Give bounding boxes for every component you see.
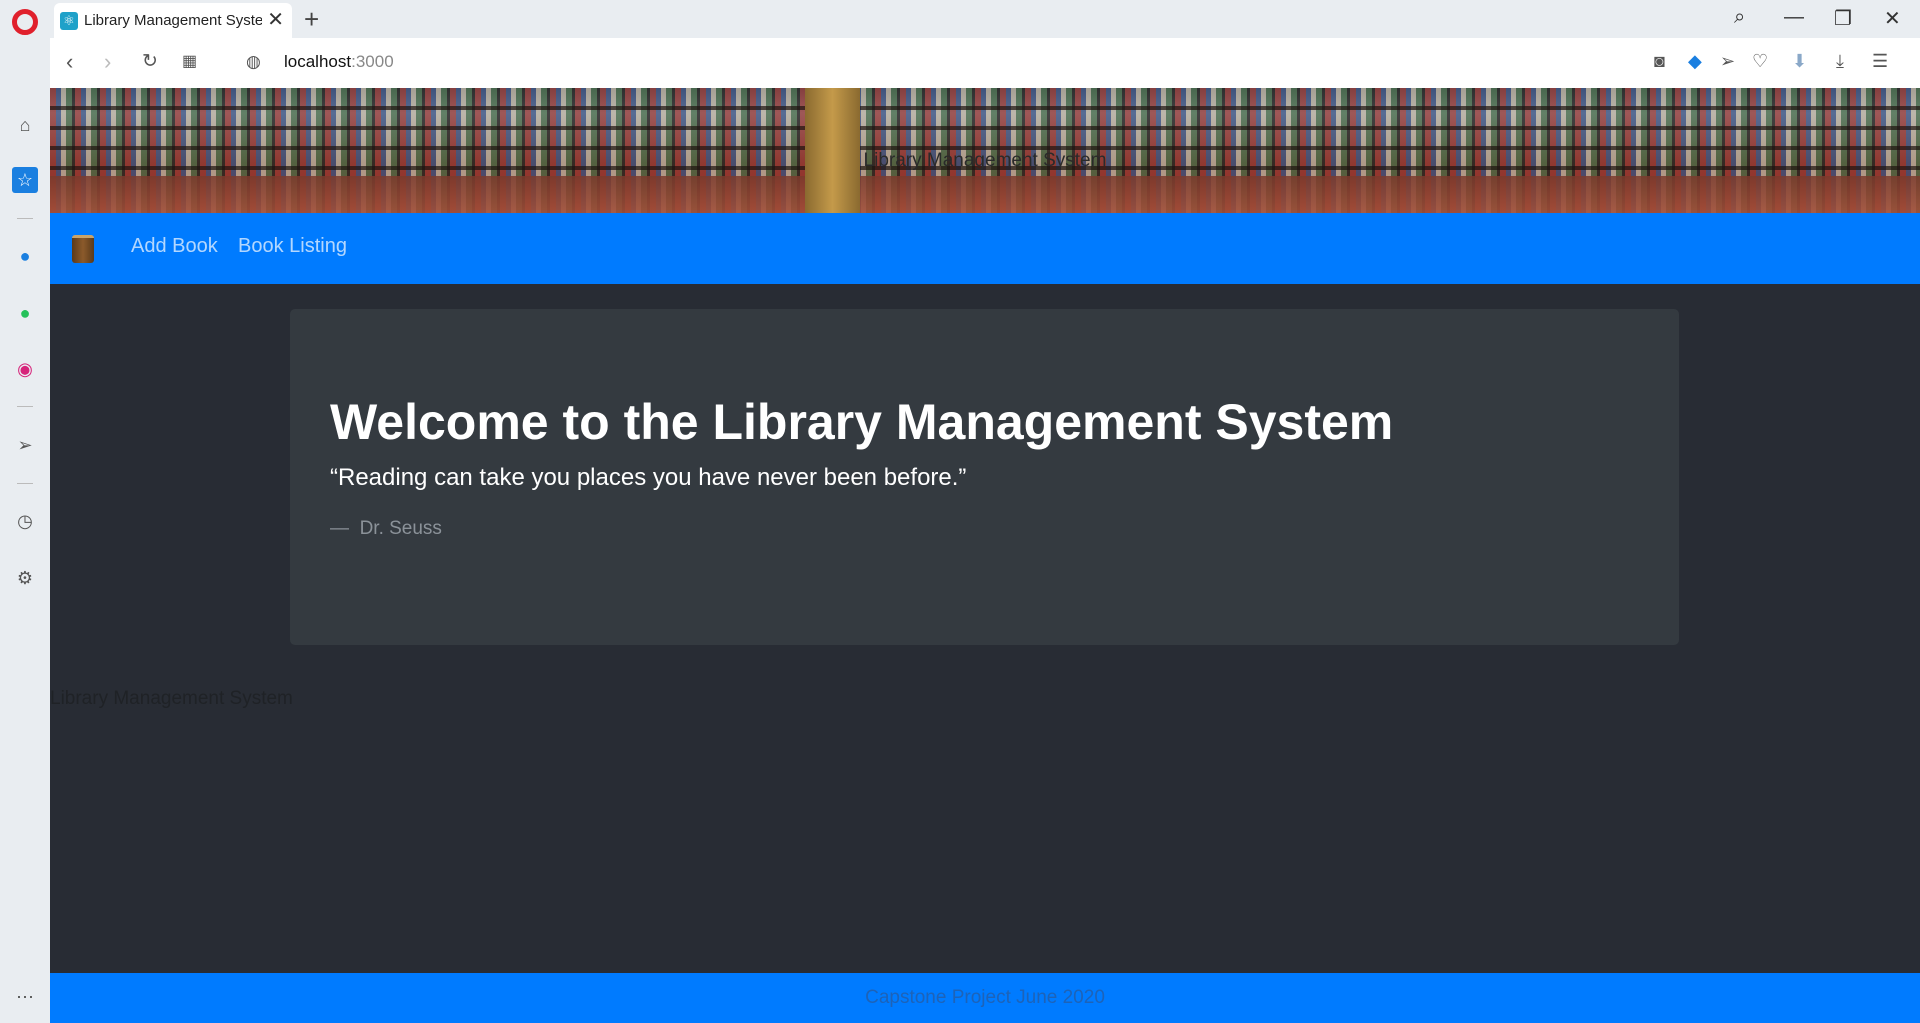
more-icon[interactable]: ⋯ — [12, 984, 38, 1010]
book-icon[interactable] — [72, 235, 94, 263]
whatsapp-icon[interactable]: ● — [12, 300, 38, 326]
downloads-icon[interactable]: ⤓ — [1836, 51, 1844, 72]
easy-setup-icon[interactable]: ☰ — [1872, 51, 1888, 72]
navbar: Add Book Book Listing — [50, 213, 1920, 284]
quote-author: — Dr. Seuss — [330, 518, 442, 539]
forward-icon[interactable]: › — [104, 50, 111, 74]
url-field[interactable]: localhost:3000 — [284, 52, 394, 72]
site-info-icon[interactable]: ◍ — [246, 50, 261, 74]
react-favicon-icon: ⚛ — [60, 11, 78, 30]
adblock-shield-icon[interactable]: ◆ — [1688, 51, 1702, 72]
speed-dial-icon[interactable]: ▦ — [182, 50, 197, 74]
opera-logo-icon[interactable] — [12, 9, 38, 35]
nav-link-book-listing[interactable]: Book Listing — [238, 235, 347, 258]
address-bar: ‹ › ↻ ▦ ◍ localhost:3000 ◙ ◆ ➢ ♡ ⬇ ⤓ ☰ — [50, 38, 1920, 89]
tab-title: Library Management System — [84, 12, 262, 29]
heart-icon[interactable]: ♡ — [1752, 51, 1768, 72]
banner-title: Library Management System — [863, 150, 1107, 171]
vpn-icon[interactable]: ⬇ — [1792, 51, 1807, 72]
instagram-icon[interactable]: ◉ — [12, 356, 38, 382]
browser-tab[interactable]: ⚛ Library Management System ✕ — [54, 3, 292, 38]
settings-gear-icon[interactable]: ⚙ — [12, 565, 38, 591]
library-banner-image: Library Management System — [50, 88, 1920, 213]
search-tabs-icon[interactable]: ⌕ — [1734, 6, 1745, 29]
sidebar-divider — [17, 218, 33, 219]
reload-icon[interactable]: ↻ — [142, 50, 158, 74]
back-icon[interactable]: ‹ — [66, 50, 73, 74]
welcome-jumbotron: Welcome to the Library Management System… — [290, 309, 1679, 645]
messenger-icon[interactable]: ● — [12, 243, 38, 269]
footer: Capstone Project June 2020 — [50, 973, 1920, 1023]
quote-text: “Reading can take you places you have ne… — [330, 464, 967, 491]
history-icon[interactable]: ◷ — [12, 508, 38, 534]
footer-text: Capstone Project June 2020 — [865, 987, 1105, 1008]
browser-sidebar: ⌂ ☆ ● ● ◉ ➢ ◷ ⚙ ⋯ — [0, 38, 50, 1023]
home-icon[interactable]: ⌂ — [12, 112, 38, 138]
sidebar-divider — [17, 483, 33, 484]
welcome-title: Welcome to the Library Management System — [330, 394, 1394, 450]
new-tab-icon[interactable]: + — [304, 4, 319, 34]
restore-icon[interactable]: ❐ — [1834, 6, 1852, 31]
tab-close-icon[interactable]: ✕ — [267, 10, 284, 30]
sidebar-divider — [17, 406, 33, 407]
browser-titlebar: ⚛ Library Management System ✕ + ⌕ — ❐ ✕ — [0, 0, 1920, 38]
flow-send-icon[interactable]: ➢ — [12, 432, 38, 458]
close-window-icon[interactable]: ✕ — [1884, 6, 1901, 31]
minimize-icon[interactable]: — — [1784, 6, 1804, 29]
send-icon[interactable]: ➢ — [1720, 51, 1735, 72]
bookmarks-icon[interactable]: ☆ — [12, 167, 38, 193]
page-viewport: Library Management System Add Book Book … — [50, 88, 1920, 1023]
hidden-heading: Library Management System — [50, 688, 293, 709]
snapshot-icon[interactable]: ◙ — [1654, 51, 1665, 72]
nav-link-add-book[interactable]: Add Book — [131, 235, 218, 258]
